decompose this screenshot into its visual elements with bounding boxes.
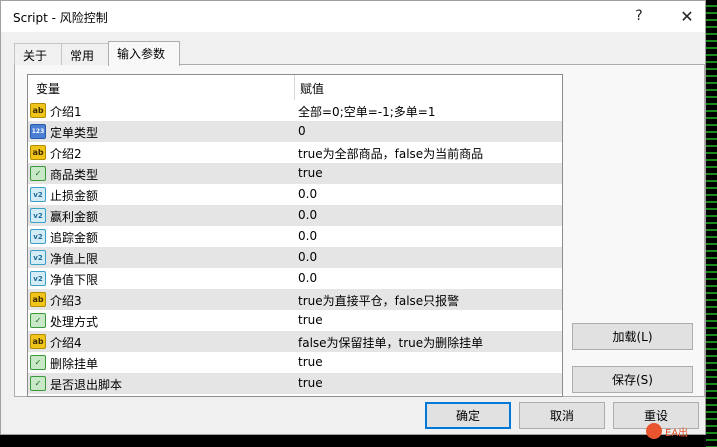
variable-value[interactable]: true bbox=[298, 376, 323, 390]
tab-common[interactable]: 常用 bbox=[61, 43, 109, 65]
variable-value[interactable]: true bbox=[298, 355, 323, 369]
input-parameters-grid: 变量 赋值 ab 介绍1 全部=0;空单=-1;多单=1 123 定单类型 0 … bbox=[27, 74, 563, 397]
variable-value[interactable]: 0.0 bbox=[298, 271, 317, 285]
variable-value[interactable]: 0.0 bbox=[298, 250, 317, 264]
variable-name: 追踪金额 bbox=[50, 231, 99, 245]
string-type-icon: ab bbox=[30, 103, 46, 118]
string-type-icon: ab bbox=[30, 334, 46, 349]
variable-name: 赢利金额 bbox=[50, 210, 99, 224]
table-row[interactable]: v2 止损金额 0.0 bbox=[28, 184, 562, 205]
variable-name: 止损金额 bbox=[50, 189, 99, 203]
tab-inputs[interactable]: 输入参数 bbox=[108, 41, 180, 66]
background-chart-strip bbox=[706, 0, 717, 447]
variable-name: 净值上限 bbox=[50, 252, 99, 266]
table-row[interactable]: ab 介绍3 true为直接平仓，false只报警 bbox=[28, 289, 562, 310]
ok-button[interactable]: 确定 bbox=[425, 402, 511, 429]
table-row[interactable]: ab 介绍2 true为全部商品，false为当前商品 bbox=[28, 142, 562, 163]
double-type-icon: v2 bbox=[30, 229, 46, 244]
variable-name: 商品类型 bbox=[50, 168, 99, 182]
double-type-icon: v2 bbox=[30, 187, 46, 202]
double-type-icon: v2 bbox=[30, 250, 46, 265]
table-row[interactable]: ab 介绍4 false为保留挂单，true为删除挂单 bbox=[28, 331, 562, 352]
variable-value[interactable]: 0.0 bbox=[298, 208, 317, 222]
table-row[interactable]: 123 定单类型 0 bbox=[28, 121, 562, 142]
grid-header: 变量 赋值 bbox=[28, 75, 562, 100]
variable-name: 介绍2 bbox=[50, 147, 82, 161]
tab-about[interactable]: 关于 bbox=[14, 43, 62, 65]
column-separator[interactable] bbox=[294, 75, 295, 100]
variable-value[interactable]: 全部=0;空单=-1;多单=1 bbox=[298, 103, 436, 120]
cancel-button[interactable]: 取消 bbox=[519, 402, 605, 429]
watermark-icon bbox=[646, 423, 662, 439]
boolean-type-icon: ✓ bbox=[30, 313, 46, 328]
table-row[interactable]: ✓ 商品类型 true bbox=[28, 163, 562, 184]
variable-name: 介绍3 bbox=[50, 294, 82, 308]
variable-value[interactable]: true为直接平仓，false只报警 bbox=[298, 292, 459, 309]
table-row[interactable]: ✓ 是否退出脚本 true bbox=[28, 373, 562, 394]
variable-value[interactable]: 0.0 bbox=[298, 229, 317, 243]
table-row[interactable]: v2 净值下限 0.0 bbox=[28, 268, 562, 289]
load-button[interactable]: 加载(L) bbox=[572, 323, 693, 350]
string-type-icon: ab bbox=[30, 145, 46, 160]
boolean-type-icon: ✓ bbox=[30, 376, 46, 391]
column-header-variable[interactable]: 变量 bbox=[36, 80, 60, 97]
double-type-icon: v2 bbox=[30, 208, 46, 223]
boolean-type-icon: ✓ bbox=[30, 166, 46, 181]
variable-name: 介绍4 bbox=[50, 336, 82, 350]
variable-value[interactable]: true为全部商品，false为当前商品 bbox=[298, 145, 483, 162]
watermark-text: EA出 bbox=[665, 427, 689, 439]
variable-value[interactable]: true bbox=[298, 313, 323, 327]
table-row[interactable]: ab 介绍1 全部=0;空单=-1;多单=1 bbox=[28, 100, 562, 121]
variable-value[interactable]: false为保留挂单，true为删除挂单 bbox=[298, 334, 483, 351]
string-type-icon: ab bbox=[30, 292, 46, 307]
table-row[interactable]: v2 赢利金额 0.0 bbox=[28, 205, 562, 226]
title-bar: Script - 风险控制 ? ✕ bbox=[1, 1, 705, 32]
help-button[interactable]: ? bbox=[625, 5, 653, 27]
close-button[interactable]: ✕ bbox=[673, 5, 701, 27]
table-row[interactable]: ✓ 删除挂单 true bbox=[28, 352, 562, 373]
variable-name: 是否退出脚本 bbox=[50, 378, 123, 392]
variable-name: 处理方式 bbox=[50, 315, 99, 329]
variable-name: 净值下限 bbox=[50, 273, 99, 287]
variable-value[interactable]: true bbox=[298, 166, 323, 180]
variable-name: 删除挂单 bbox=[50, 357, 99, 371]
boolean-type-icon: ✓ bbox=[30, 355, 46, 370]
watermark-logo: EA出 bbox=[646, 420, 706, 442]
window-title: Script - 风险控制 bbox=[13, 11, 108, 25]
variable-value[interactable]: 0 bbox=[298, 124, 306, 138]
double-type-icon: v2 bbox=[30, 271, 46, 286]
save-button[interactable]: 保存(S) bbox=[572, 366, 693, 393]
table-row[interactable]: v2 追踪金额 0.0 bbox=[28, 226, 562, 247]
integer-type-icon: 123 bbox=[30, 124, 46, 139]
variable-name: 定单类型 bbox=[50, 126, 99, 140]
table-row[interactable]: ✓ 处理方式 true bbox=[28, 310, 562, 331]
table-row[interactable]: v2 净值上限 0.0 bbox=[28, 247, 562, 268]
variable-value[interactable]: 0.0 bbox=[298, 187, 317, 201]
column-header-value[interactable]: 赋值 bbox=[300, 80, 324, 97]
variable-name: 介绍1 bbox=[50, 105, 82, 119]
